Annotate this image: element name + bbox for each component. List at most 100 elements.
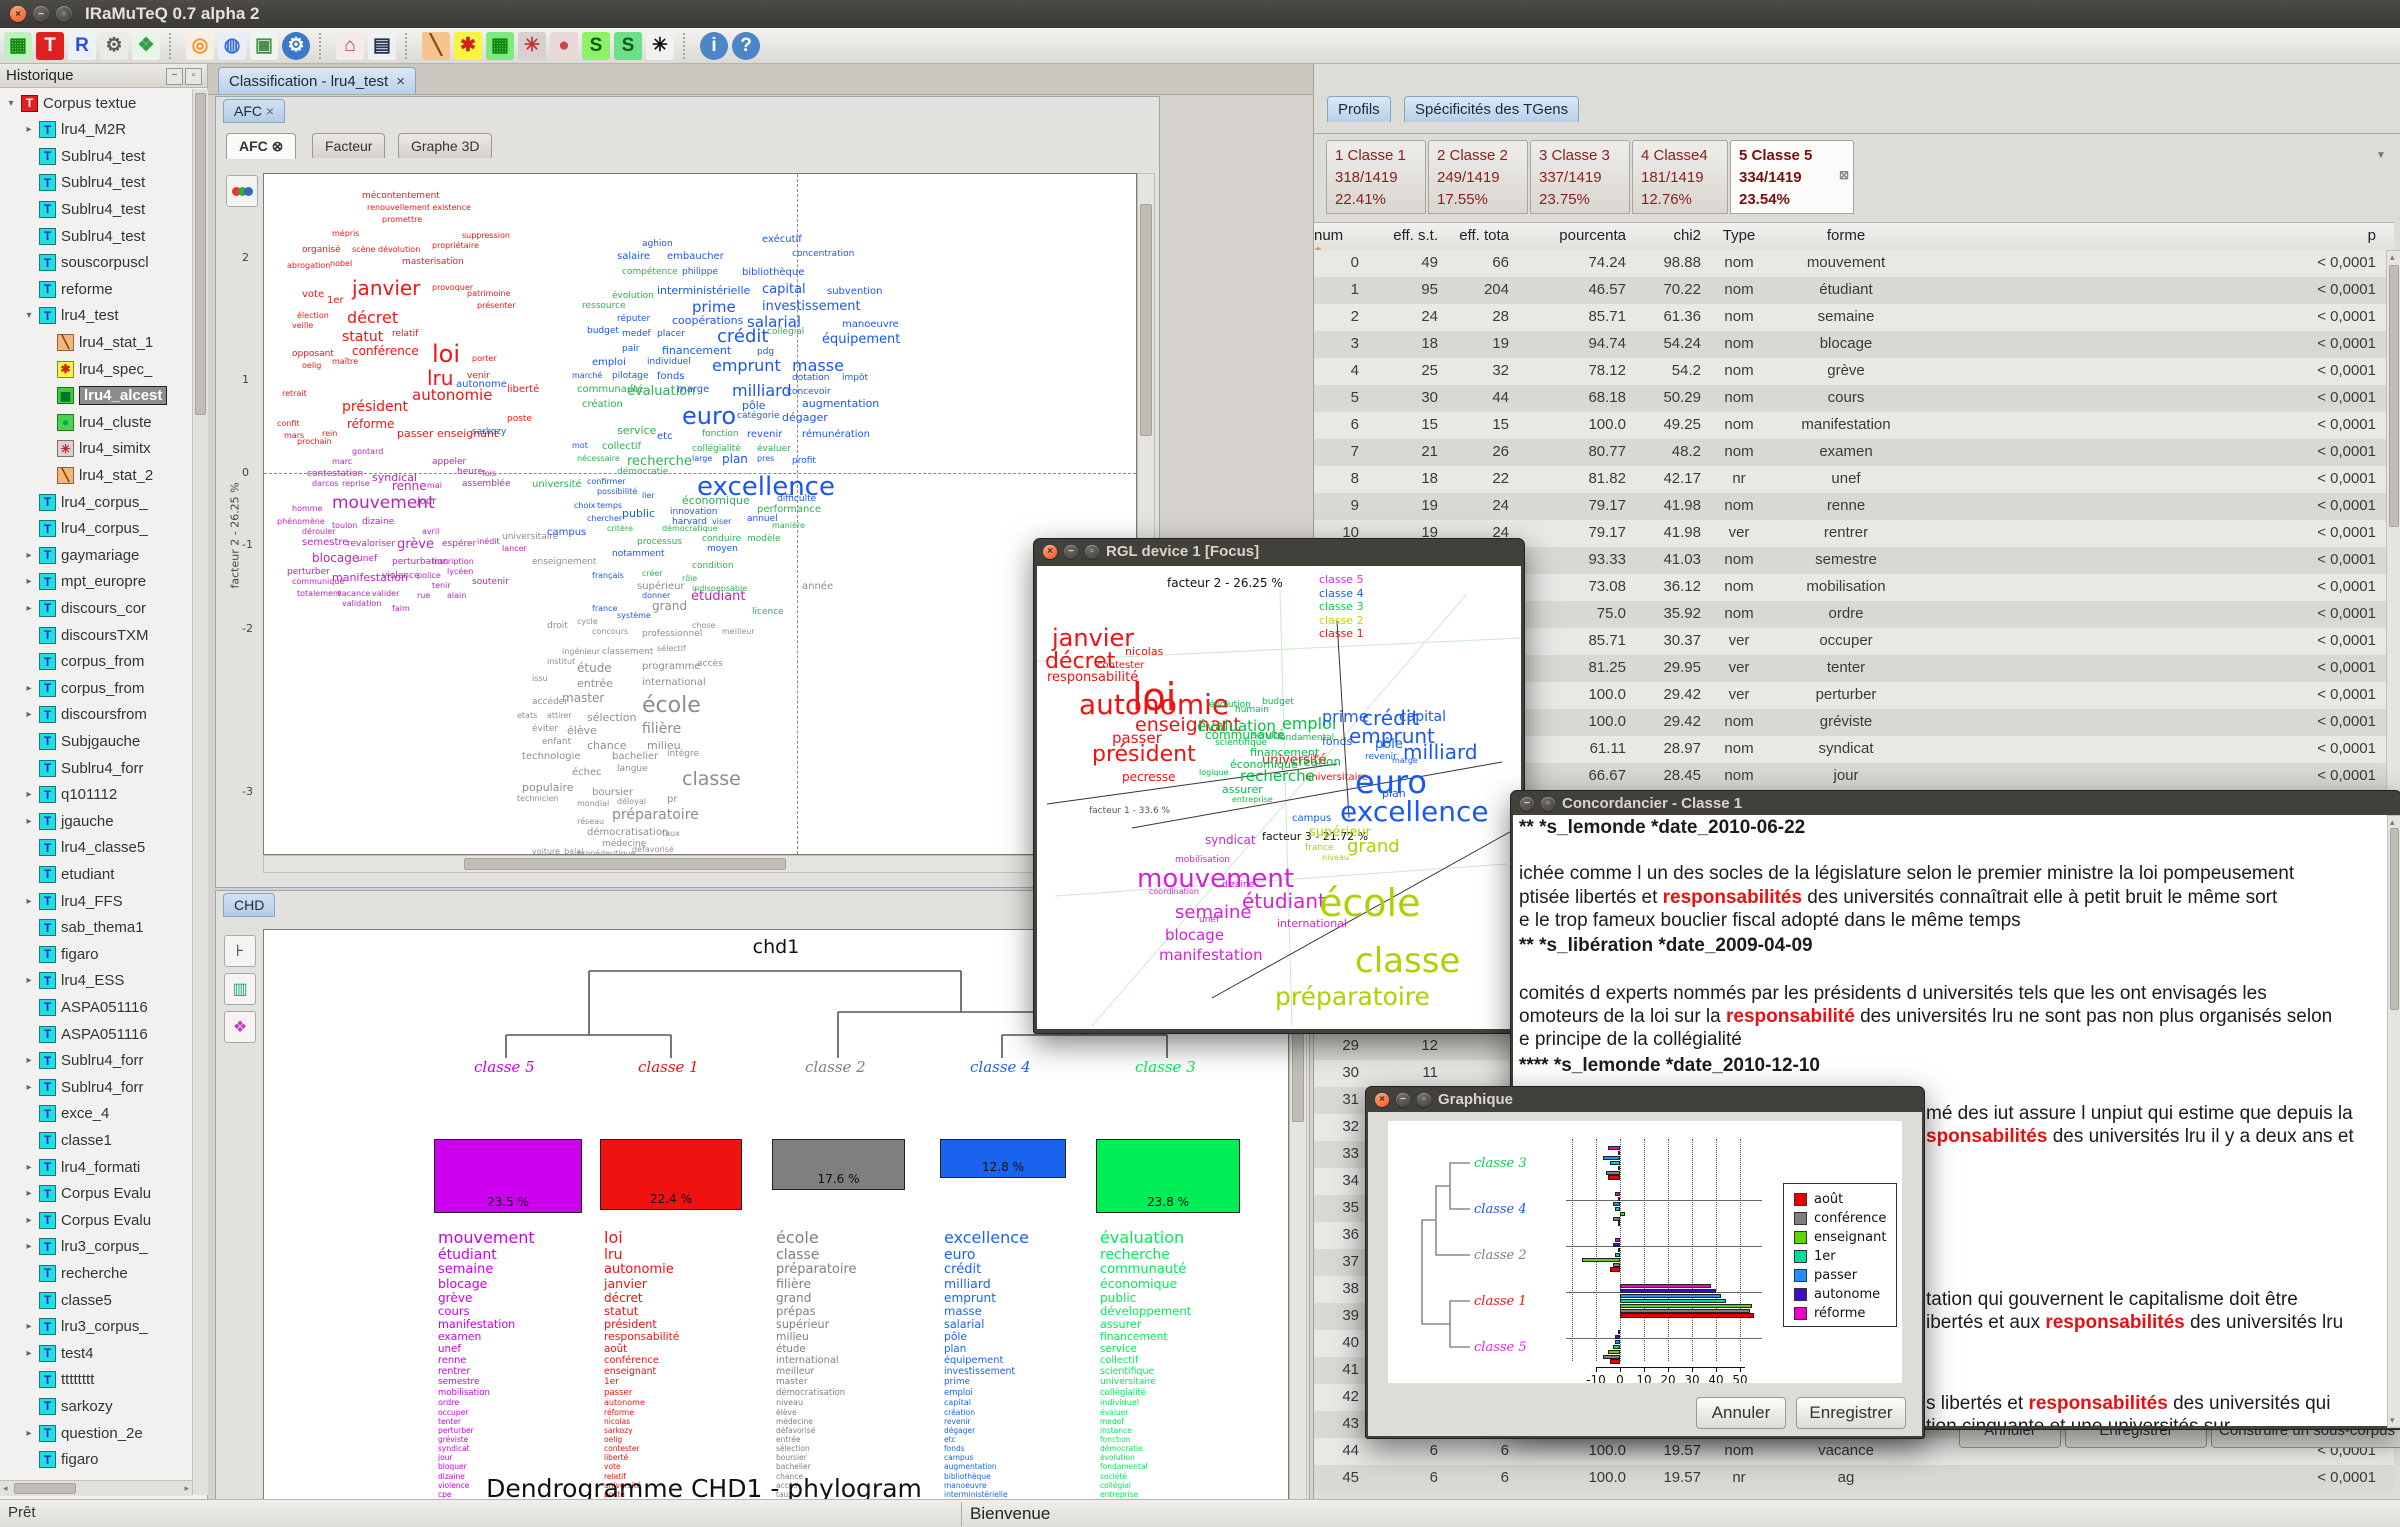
chd-class-box[interactable]: 17.6 %: [772, 1139, 905, 1190]
rgl-close-icon[interactable]: ×: [1043, 545, 1057, 559]
tree-item-corpus-evalu[interactable]: ▸TCorpus Evalu: [24, 1208, 151, 1232]
afc-window-tab[interactable]: AFC ×: [223, 99, 285, 123]
tree-item-corpus-evalu[interactable]: ▸TCorpus Evalu: [24, 1182, 151, 1206]
rgl-maximize-icon[interactable]: ▫: [1085, 545, 1099, 559]
s2-icon[interactable]: S: [614, 32, 642, 60]
alceste-icon[interactable]: ▦: [486, 32, 514, 60]
tab-classification[interactable]: Classification - lru4_test ×: [218, 67, 416, 94]
tree-item-souscorpuscl[interactable]: Tsouscorpuscl: [24, 251, 149, 275]
open-corpus-icon[interactable]: T: [36, 32, 64, 60]
tree-expand-icon[interactable]: ▾: [24, 310, 34, 321]
r-console-icon[interactable]: R: [68, 32, 96, 60]
tree-item-q101112[interactable]: ▸Tq101112: [24, 783, 117, 807]
tree-expand-icon[interactable]: ▸: [24, 1321, 34, 1332]
tree-item-mpt-europre[interactable]: ▸Tmpt_europre: [24, 570, 146, 594]
table-row[interactable]: 3181994.7454.24nomblocage< 0,0001: [1314, 331, 2394, 358]
tree-expand-icon[interactable]: ▸: [24, 896, 34, 907]
tree-expand-icon[interactable]: ▸: [24, 1241, 34, 1252]
tree-item-exce-4[interactable]: Texce_4: [24, 1102, 109, 1126]
tree-expand-icon[interactable]: ▸: [24, 683, 34, 694]
afc-tab-graphe-3d[interactable]: Graphe 3D: [398, 133, 492, 158]
table-row[interactable]: 7212680.7748.2nomexamen< 0,0001: [1314, 439, 2394, 466]
afc-window-close-icon[interactable]: ×: [266, 103, 274, 119]
table-row[interactable]: 9192479.1741.98nomrenne< 0,0001: [1314, 493, 2394, 520]
s1-icon[interactable]: S: [582, 32, 610, 60]
tree-item-corpus-textue[interactable]: ▾TCorpus textue: [6, 91, 136, 115]
tree-item-test4[interactable]: ▸Ttest4: [24, 1341, 94, 1365]
tree-item-lru4-classe5[interactable]: Tlru4_classe5: [24, 836, 145, 860]
tree-item-lru4-corpus-[interactable]: Tlru4_corpus_: [24, 517, 148, 541]
tree-item-figaro[interactable]: Tfigaro: [24, 1448, 99, 1472]
tree-item-discourstxm[interactable]: TdiscoursTXM: [24, 623, 149, 647]
tab-profils[interactable]: Profils: [1327, 96, 1391, 122]
tree-item-figaro[interactable]: Tfigaro: [24, 942, 99, 966]
graphique-annuler-button[interactable]: Annuler: [1696, 1397, 1786, 1429]
tree-item-lru4-stat-1[interactable]: ╲lru4_stat_1: [42, 330, 153, 354]
graphique-enregistrer-button[interactable]: Enregistrer: [1796, 1397, 1906, 1429]
sidebar-collapse-icon[interactable]: −: [166, 68, 183, 85]
tree-item-sab-thema1[interactable]: Tsab_thema1: [24, 916, 144, 940]
globe-icon[interactable]: ◍: [218, 32, 246, 60]
tree-item-lru4-corpus-[interactable]: Tlru4_corpus_: [24, 490, 148, 514]
rgl-minimize-icon[interactable]: −: [1064, 545, 1078, 559]
tree-item-sublru4-test[interactable]: TSublru4_test: [24, 224, 145, 248]
concordancier-minimize-icon[interactable]: −: [1520, 797, 1534, 811]
table-row[interactable]: 8182281.8242.17nrunef< 0,0001: [1314, 466, 2394, 493]
tree-item-discoursfrom[interactable]: ▸Tdiscoursfrom: [24, 703, 147, 727]
tree-item-sublru4-test[interactable]: TSublru4_test: [24, 197, 145, 221]
tree-expand-icon[interactable]: ▸: [24, 124, 34, 135]
help-icon[interactable]: ?: [732, 32, 760, 60]
tree-expand-icon[interactable]: ▸: [24, 1055, 34, 1066]
tree-item-question-2e[interactable]: ▸Tquestion_2e: [24, 1421, 143, 1445]
simi-icon[interactable]: ✳: [518, 32, 546, 60]
tree-item-aspa051116[interactable]: TASPA051116: [24, 995, 148, 1019]
tree-item-lru4-alcest[interactable]: ▦lru4_alcest: [42, 384, 167, 408]
tree-item-lru4-m2r[interactable]: ▸Tlru4_M2R: [24, 118, 126, 142]
barchart-icon[interactable]: ▥: [224, 973, 256, 1005]
tab-specificites[interactable]: Spécificités des TGens: [1404, 96, 1579, 122]
tree-item-corpus-from[interactable]: Tcorpus_from: [24, 650, 144, 674]
tree-expand-icon[interactable]: ▾: [6, 98, 16, 109]
filter-icon[interactable]: ▼: [2376, 150, 2386, 161]
sidebar-hscrollbar[interactable]: ◂▸: [0, 1480, 192, 1496]
tree-item-sublru4-test[interactable]: TSublru4_test: [24, 171, 145, 195]
preferences-icon[interactable]: ⚙: [100, 32, 128, 60]
colored-tree-icon[interactable]: ❖: [224, 1011, 256, 1043]
graphique-minimize-icon[interactable]: −: [1396, 1093, 1410, 1107]
table-row[interactable]: 5304468.1850.29nomcours< 0,0001: [1314, 385, 2394, 412]
outline-icon[interactable]: ▤: [368, 32, 396, 60]
window-close-icon[interactable]: ×: [10, 6, 26, 22]
stat-icon[interactable]: ╲: [422, 32, 450, 60]
table-row[interactable]: 4253278.1254.2nomgrève< 0,0001: [1314, 358, 2394, 385]
tree-item-reforme[interactable]: Treforme: [24, 277, 113, 301]
tree-expand-icon[interactable]: ▸: [24, 1348, 34, 1359]
tree-item-lru4-simitx[interactable]: ✳lru4_simitx: [42, 437, 151, 461]
copy-icon[interactable]: ▣: [250, 32, 278, 60]
snowflake-icon[interactable]: ✳: [646, 32, 674, 60]
tree-item-corpus-from[interactable]: ▸Tcorpus_from: [24, 676, 144, 700]
sidebar-close-icon[interactable]: ▫: [185, 68, 202, 85]
class-tab-1[interactable]: 1 Classe 1318/141922.41%: [1326, 140, 1426, 214]
class-tab-5[interactable]: 5 Classe 5334/141923.54%⊠: [1730, 140, 1854, 214]
tree-item-lru4-ess[interactable]: ▸Tlru4_ESS: [24, 969, 124, 993]
ring-icon[interactable]: ◎: [186, 32, 214, 60]
tree-expand-icon[interactable]: ▸: [24, 709, 34, 720]
tree-item-lru3-corpus-[interactable]: ▸Tlru3_corpus_: [24, 1315, 148, 1339]
window-maximize-icon[interactable]: ▫: [56, 6, 72, 22]
tree-item-discours-cor[interactable]: ▸Tdiscours_cor: [24, 596, 146, 620]
tree-expand-icon[interactable]: ▸: [24, 1188, 34, 1199]
table-row[interactable]: 19520446.5770.22nométudiant< 0,0001: [1314, 277, 2394, 304]
tools-icon[interactable]: ⚙: [282, 32, 310, 60]
tree-expand-icon[interactable]: ▸: [24, 816, 34, 827]
concordancier-maximize-icon[interactable]: ▫: [1541, 797, 1555, 811]
class-tab-3[interactable]: 3 Classe 3337/141923.75%: [1530, 140, 1630, 214]
tree-item-sublru4-test[interactable]: TSublru4_test: [24, 144, 145, 168]
class-tab-2[interactable]: 2 Classe 2249/141917.55%: [1428, 140, 1528, 214]
chd-class-box[interactable]: 22.4 %: [600, 1139, 742, 1210]
graphique-close-icon[interactable]: ×: [1375, 1093, 1389, 1107]
concordancier-vscrollbar[interactable]: ▴▾: [2387, 815, 2400, 1428]
tree-item-sarkozy[interactable]: Tsarkozy: [24, 1394, 113, 1418]
table-row[interactable]: 61515100.049.25nommanifestation< 0,0001: [1314, 412, 2394, 439]
chd-class-box[interactable]: 12.8 %: [940, 1139, 1066, 1178]
tree-item-lru4-ffs[interactable]: ▸Tlru4_FFS: [24, 889, 123, 913]
